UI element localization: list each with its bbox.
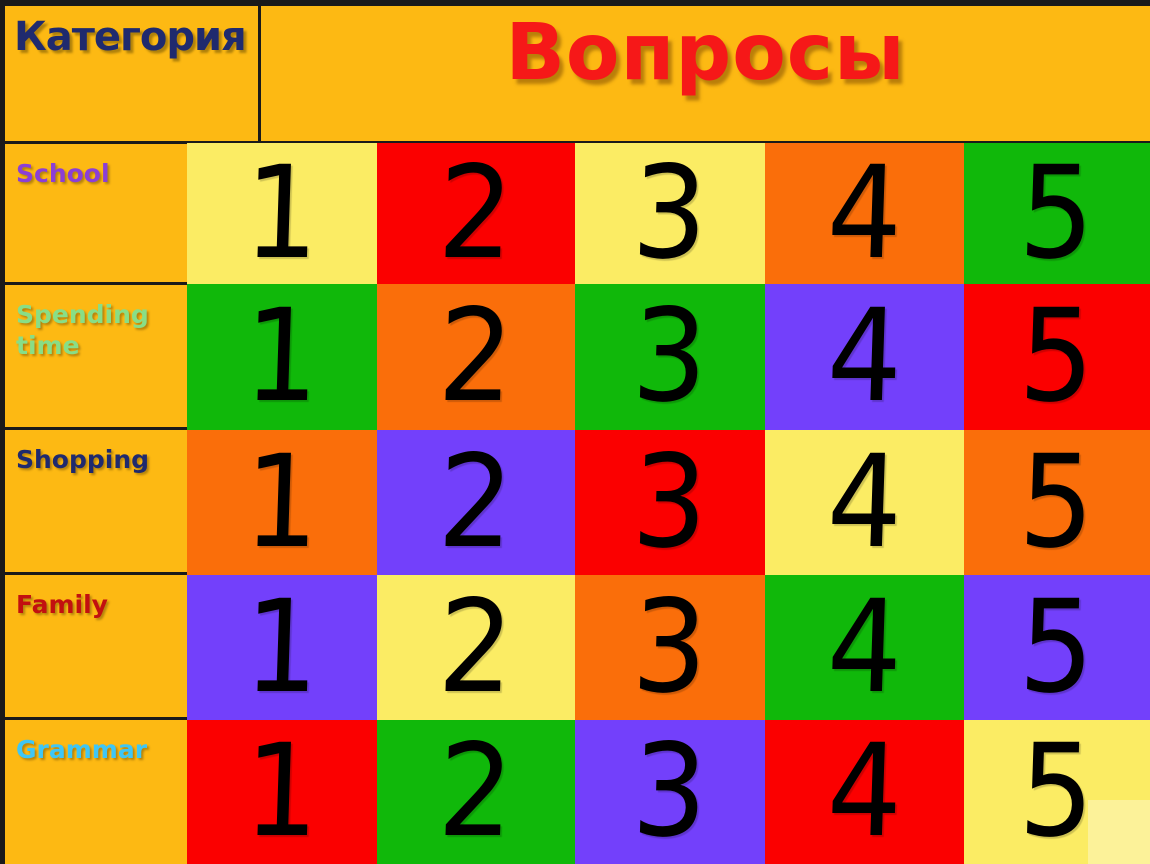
page-title: Вопросы (505, 8, 906, 98)
question-number: 5 (1017, 720, 1097, 864)
question-cell[interactable]: 5 (964, 143, 1150, 284)
question-grid: 1234512345123451234512345 (187, 143, 1150, 864)
category-cell-spending-time[interactable]: Spending time (5, 285, 187, 430)
question-number: 1 (242, 720, 322, 864)
category-label: Shopping (16, 445, 150, 474)
question-cell[interactable]: 3 (575, 720, 765, 864)
question-cell[interactable]: 2 (377, 143, 575, 284)
question-number: 2 (436, 720, 516, 864)
category-row-divider (5, 717, 187, 720)
question-cell[interactable]: 5 (964, 575, 1150, 720)
question-cell[interactable]: 5 (964, 720, 1150, 864)
question-cell[interactable]: 2 (377, 430, 575, 575)
question-number: 2 (436, 284, 516, 430)
question-number: 1 (242, 430, 322, 575)
question-cell[interactable]: 3 (575, 143, 765, 284)
question-cell[interactable]: 2 (377, 575, 575, 720)
question-number: 3 (630, 720, 710, 864)
category-cell-grammar[interactable]: Grammar (5, 720, 187, 864)
question-number: 2 (436, 143, 516, 284)
question-number: 4 (824, 575, 905, 720)
question-cell[interactable]: 4 (765, 430, 964, 575)
question-cell[interactable]: 5 (964, 284, 1150, 430)
category-cell-family[interactable]: Family (5, 575, 187, 720)
question-number: 4 (824, 143, 905, 284)
question-cell[interactable]: 1 (187, 143, 377, 284)
question-cell[interactable]: 2 (377, 720, 575, 864)
question-number: 5 (1017, 143, 1097, 284)
question-number: 1 (242, 284, 322, 430)
question-number: 4 (824, 284, 905, 430)
question-number: 4 (824, 720, 905, 864)
question-cell[interactable]: 3 (575, 284, 765, 430)
question-number: 5 (1017, 575, 1097, 720)
question-cell[interactable]: 4 (765, 720, 964, 864)
question-cell[interactable]: 1 (187, 720, 377, 864)
question-cell[interactable]: 4 (765, 143, 964, 284)
question-number: 3 (630, 284, 710, 430)
category-label: Spending time (16, 300, 149, 361)
question-cell[interactable]: 1 (187, 430, 377, 575)
question-cell[interactable]: 3 (575, 430, 765, 575)
question-number: 1 (242, 143, 322, 284)
question-cell[interactable]: 4 (765, 575, 964, 720)
category-cell-school[interactable]: School (5, 144, 187, 285)
question-number: 5 (1017, 284, 1097, 430)
question-cell[interactable]: 4 (765, 284, 964, 430)
category-row-divider (5, 427, 187, 430)
question-cell[interactable]: 1 (187, 575, 377, 720)
category-row-divider (5, 282, 187, 285)
slide-canvas: Категория Вопросы School Spending time Sho… (0, 0, 1150, 864)
question-cell[interactable]: 2 (377, 284, 575, 430)
question-number: 1 (242, 575, 322, 720)
question-number: 3 (630, 575, 710, 720)
question-number: 5 (1017, 430, 1097, 575)
question-cell[interactable]: 3 (575, 575, 765, 720)
category-label: Family (16, 590, 108, 619)
category-cell-shopping[interactable]: Shopping (5, 430, 187, 575)
question-cell[interactable]: 5 (964, 430, 1150, 575)
question-number: 2 (436, 575, 516, 720)
question-number: 4 (824, 430, 905, 575)
question-number: 3 (630, 143, 710, 284)
category-row-divider (5, 572, 187, 575)
category-label: School (16, 159, 110, 188)
question-number: 3 (630, 430, 710, 575)
question-number: 2 (436, 430, 516, 575)
header-category-label: Категория (14, 14, 247, 60)
category-label: Grammar (16, 735, 148, 764)
question-cell[interactable]: 1 (187, 284, 377, 430)
